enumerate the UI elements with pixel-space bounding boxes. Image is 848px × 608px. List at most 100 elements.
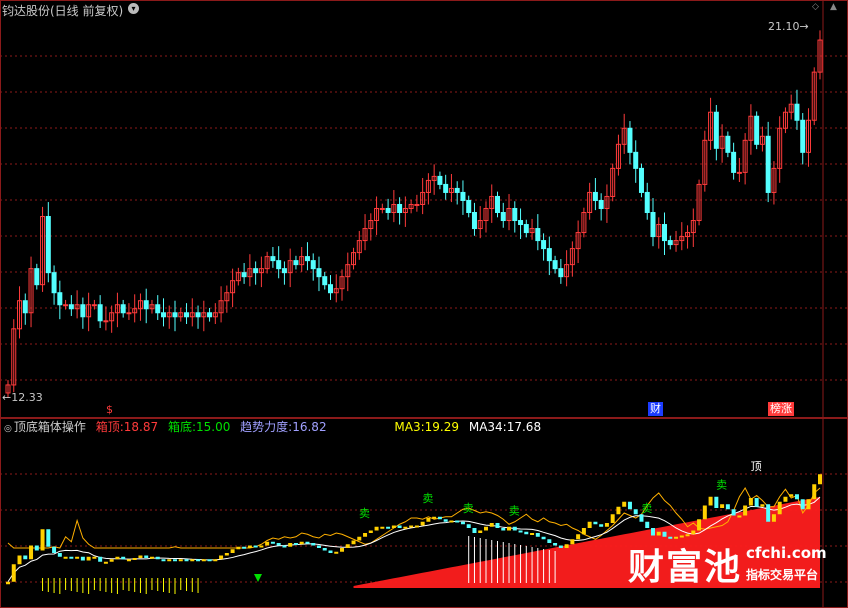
dollar-marker[interactable]: $ (104, 403, 115, 417)
indicator-candle (806, 499, 811, 510)
indicator-candle (656, 531, 661, 536)
candle-down (518, 220, 524, 226)
indicator-candle (305, 541, 310, 544)
sell-tag: 卖 (509, 505, 520, 518)
indicator-candle (553, 543, 558, 546)
finance-marker[interactable]: 财 (648, 402, 663, 416)
indicator-candle (155, 556, 160, 560)
indicator-candle (52, 546, 57, 553)
candle-up (414, 203, 420, 206)
candle-down (662, 224, 668, 242)
indicator-candle (57, 553, 62, 557)
candle-down (195, 312, 201, 318)
ma3-label: MA3: (394, 420, 425, 434)
indicator-candle (357, 536, 362, 541)
indicator-candle (328, 550, 333, 553)
diamond-icon[interactable]: ◇ (812, 3, 821, 12)
high-price-label: 21.10→ (768, 20, 809, 33)
candle-down (172, 312, 178, 318)
candle-down (633, 151, 639, 169)
indicator-candle (420, 521, 425, 526)
candle-down (725, 135, 731, 153)
candle-down (241, 272, 247, 278)
candle-down (304, 256, 310, 262)
indicator-candle (483, 526, 488, 531)
indicator-candle (616, 506, 621, 515)
indicator-candle (190, 559, 195, 562)
main-frame (0, 0, 848, 418)
candle-down (57, 292, 63, 306)
sell-tag: 卖 (359, 507, 370, 520)
indicator-candle (771, 514, 776, 522)
candle-down (627, 127, 633, 153)
candle-down (495, 195, 501, 213)
box-top-label: 箱顶: (95, 420, 124, 434)
price-chart[interactable] (0, 0, 848, 418)
candle-down (650, 212, 656, 238)
indicator-candle (126, 559, 131, 562)
indicator-candle (443, 519, 448, 522)
indicator-candle (368, 530, 373, 533)
candle-down (592, 191, 598, 201)
indicator-candle (754, 498, 759, 507)
collapse-icon[interactable]: ▲ (830, 3, 839, 12)
indicator-candle (236, 546, 241, 550)
indicator-candle (334, 551, 339, 554)
candle-down (800, 119, 806, 153)
candle-down (97, 304, 103, 322)
top-tag: 顶 (751, 460, 762, 473)
sell-tag: 卖 (641, 502, 652, 515)
down-arrow-icon (254, 574, 262, 582)
candle-down (598, 199, 604, 209)
stock-title: 钧达股份(日线 前复权) (2, 4, 124, 18)
indicator-candle (259, 545, 264, 548)
indicator-candle (760, 504, 765, 507)
indicator-candle (581, 528, 586, 535)
indicator-candle (789, 494, 794, 497)
candle-down (322, 276, 328, 286)
indicator-candle (109, 559, 114, 562)
candle-down (471, 212, 477, 230)
settings-circle-icon[interactable]: ◎ (4, 424, 12, 434)
indicator-candle (247, 545, 252, 548)
sell-tag: 卖 (716, 478, 727, 491)
candle-down (385, 207, 391, 213)
candle-down (731, 151, 737, 173)
indicator-candle (697, 519, 702, 531)
indicator-candle (224, 553, 229, 556)
indicator-candle (311, 543, 316, 546)
indicator-candle (587, 521, 592, 528)
indicator-candle (604, 523, 609, 527)
box-top-value: 18.87 (123, 420, 159, 434)
indicator-candle (685, 534, 690, 537)
chevron-down-icon[interactable]: ▾ (128, 3, 139, 14)
indicator-candle (363, 533, 368, 537)
indicator-candle (507, 526, 512, 531)
indicator-candle (201, 559, 206, 562)
candle-up (63, 304, 69, 307)
indicator-candle (397, 525, 402, 528)
ma34-label: MA34: (468, 420, 507, 434)
indicator-candle (645, 521, 650, 528)
indicator-candle (466, 524, 471, 528)
candle-down (541, 240, 547, 250)
top-gainer-marker[interactable]: 榜涨 (768, 402, 794, 416)
ma34-value: 17.68 (506, 420, 542, 434)
indicator-candle (449, 520, 454, 523)
candle-down (644, 191, 650, 214)
indicator-candle (737, 515, 742, 518)
indicator-candle (219, 555, 224, 560)
candle-down (310, 260, 316, 270)
indicator-candle (132, 558, 137, 560)
indicator-candle (40, 529, 45, 551)
candle-down (281, 268, 287, 274)
indicator-candle (167, 559, 172, 562)
indicator-candle (766, 504, 771, 522)
candle-down (765, 135, 771, 193)
watermark-brand: 财富池 (628, 547, 743, 588)
candle-down (638, 167, 644, 193)
candle-down (667, 240, 673, 246)
watermark-logo: 财富池 cfchi.com 指标交易平台 (628, 538, 842, 596)
indicator-candle (547, 539, 552, 543)
indicator-candle (11, 564, 16, 582)
